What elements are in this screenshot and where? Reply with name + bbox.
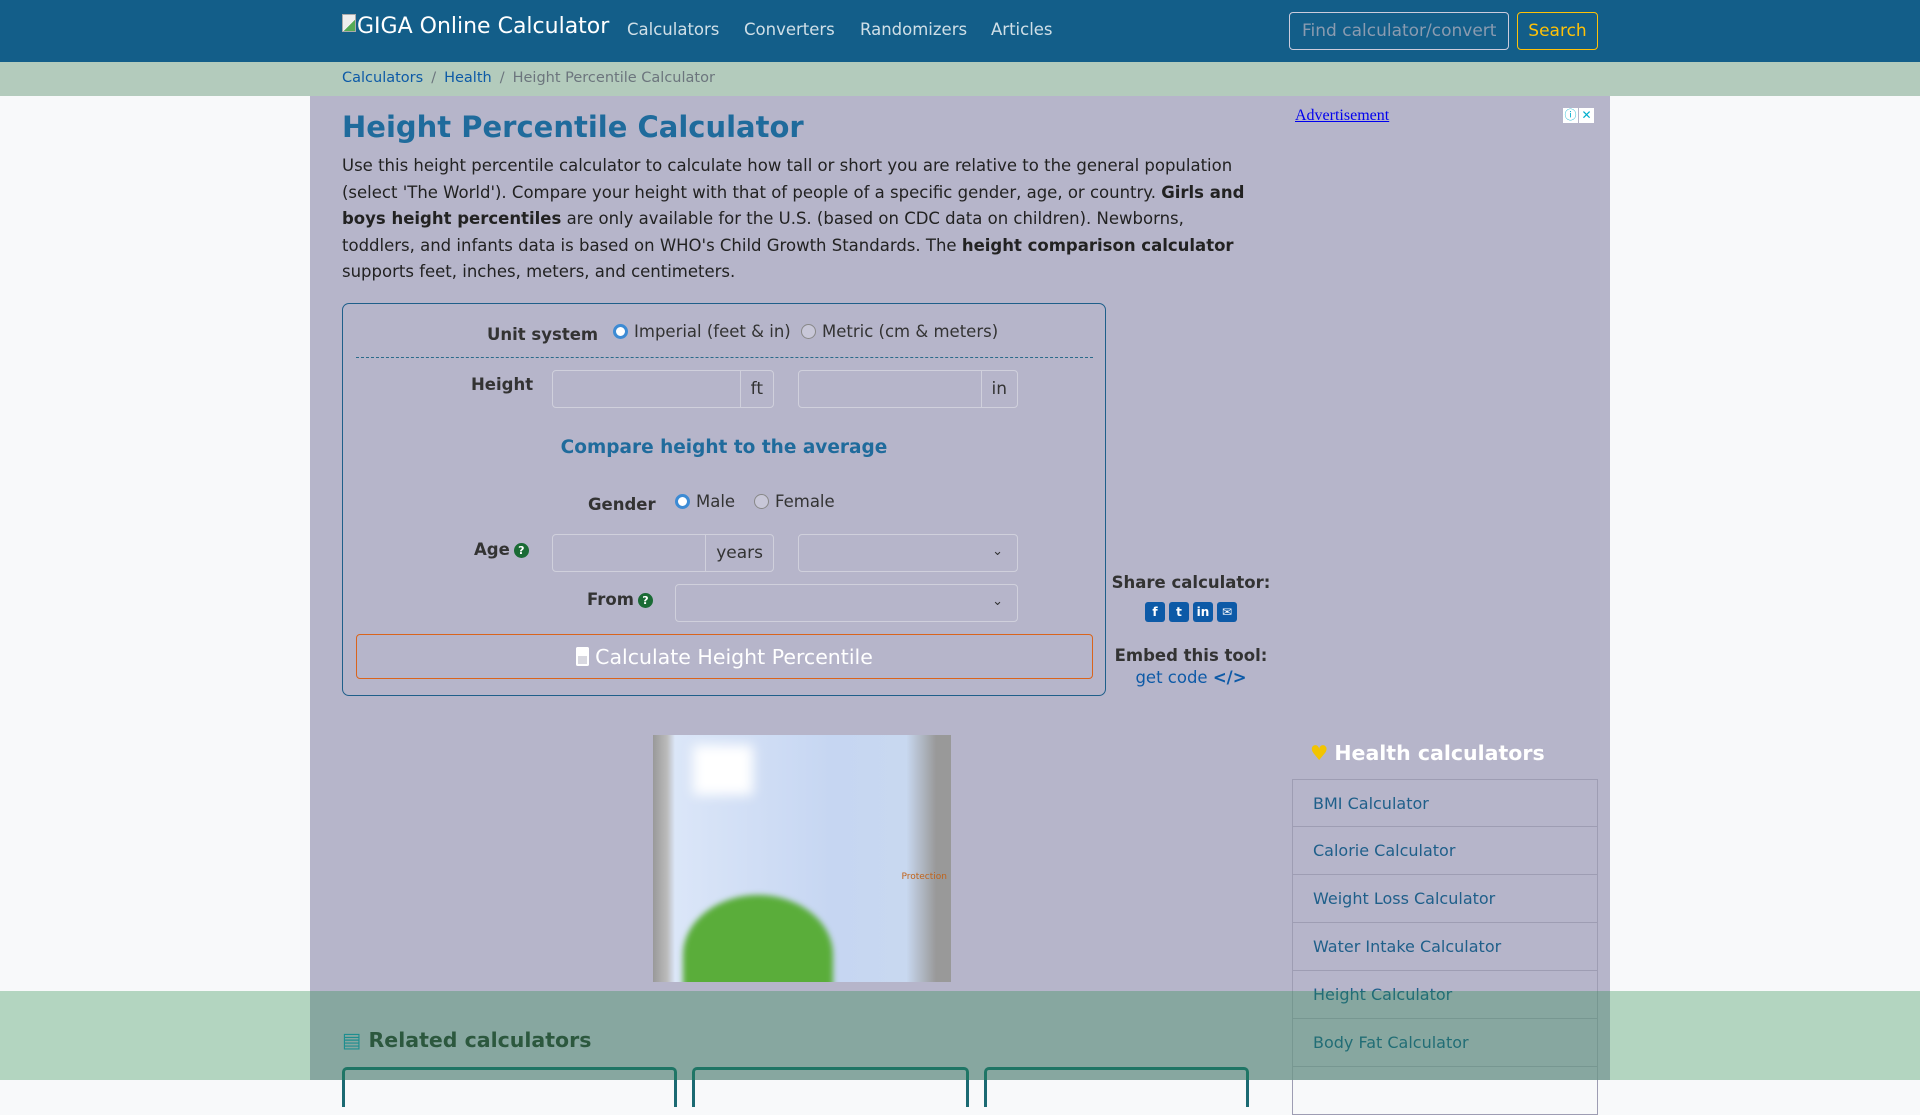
inches-unit: in [980,371,1018,407]
age-input[interactable] [553,535,705,571]
facebook-icon[interactable]: f [1145,602,1165,622]
height-feet-input[interactable] [553,371,740,407]
radio-male[interactable]: Male [675,492,735,511]
search-input[interactable] [1289,12,1509,50]
page-title: Height Percentile Calculator [342,110,804,144]
calculate-button-label: Calculate Height Percentile [595,644,873,669]
ad-image-text: Protection [901,872,947,882]
get-code-link[interactable]: get code </> [1110,668,1272,687]
from-label: From? [587,590,653,609]
related-card[interactable] [984,1067,1249,1107]
age-field[interactable]: years [552,534,774,572]
unit-system-label: Unit system [487,325,599,344]
height-label: Height [471,375,534,394]
radio-metric-control[interactable] [801,324,816,339]
chevron-down-icon: ⌄ [992,544,1003,559]
breadcrumb-health[interactable]: Health [444,70,492,86]
breadcrumb-separator: / [431,70,437,86]
list-item[interactable]: Calorie Calculator [1292,827,1598,875]
from-label-text: From [587,590,634,609]
site-logo[interactable]: GIGA Online Calculator [342,14,609,39]
heartbeat-icon: ♥ [1310,741,1329,765]
tree-shape [683,895,833,982]
intro-segment: supports feet, inches, meters, and centi… [342,262,736,281]
height-inches-field[interactable]: in [798,370,1018,408]
radio-male-control[interactable] [675,494,690,509]
intro-segment: height comparison calculator [961,235,1234,255]
compare-heading: Compare height to the average [560,437,888,458]
list-item[interactable]: Weight Loss Calculator [1292,875,1598,923]
list-item[interactable] [1292,1067,1598,1115]
embed-label: Embed this tool: [1114,646,1268,665]
list-item[interactable]: Height Calculator [1292,971,1598,1019]
search-button[interactable]: Search [1517,12,1598,50]
years-unit: years [705,535,773,571]
radio-female-control[interactable] [754,494,769,509]
radio-imperial[interactable]: Imperial (feet & in) [613,322,791,341]
radio-imperial-label: Imperial (feet & in) [634,322,791,341]
health-calculators-heading: ♥ Health calculators [1310,741,1545,765]
radio-metric-label: Metric (cm & meters) [822,322,999,341]
breadcrumb-current: Height Percentile Calculator [512,70,715,86]
share-icons: f t in ✉ [1110,601,1272,622]
height-feet-field[interactable]: ft [552,370,774,408]
feet-unit: ft [739,371,773,407]
intro-paragraph: Use this height percentile calculator to… [342,153,1257,286]
logo-alt-text: GIGA Online Calculator [357,14,610,39]
health-heading-text: Health calculators [1334,741,1545,765]
health-calculators-list: BMI Calculator Calorie Calculator Weight… [1292,779,1598,1115]
age-label: Age? [474,540,529,559]
calculator-icon [576,647,590,666]
calculate-button[interactable]: Calculate Height Percentile [356,634,1093,679]
help-icon[interactable]: ? [637,593,653,608]
country-select[interactable]: ⌄ [675,584,1018,622]
code-icon: </> [1212,668,1247,687]
ad-image[interactable]: Protection [653,735,951,982]
linkedin-icon[interactable]: in [1193,602,1213,622]
breadcrumb: Calculators / Health / Height Percentile Cal… [0,62,1920,96]
chevron-down-icon: ⌄ [992,594,1003,609]
divider [356,357,1093,358]
nav-converters[interactable]: Converters [744,20,835,39]
get-code-text: get code [1135,668,1208,687]
list-item[interactable]: Water Intake Calculator [1292,923,1598,971]
sitemap-icon: ▤ [342,1028,362,1052]
breadcrumb-separator: / [499,70,505,86]
share-label: Share calculator: [1111,573,1271,592]
list-item[interactable]: BMI Calculator [1292,779,1598,827]
twitter-icon[interactable]: t [1169,602,1189,622]
radio-imperial-control[interactable] [613,324,628,339]
info-icon[interactable]: ⓘ [1563,108,1578,123]
nav-calculators[interactable]: Calculators [627,20,719,39]
help-icon[interactable]: ? [513,543,529,558]
related-calculators-heading: ▤ Related calculators [342,1028,591,1052]
advertisement-link[interactable]: Advertisement [1295,107,1389,125]
radio-metric[interactable]: Metric (cm & meters) [801,322,998,341]
related-heading-text: Related calculators [368,1028,592,1052]
height-inches-input[interactable] [799,371,981,407]
breadcrumb-calculators[interactable]: Calculators [342,70,423,86]
email-icon[interactable]: ✉ [1217,602,1237,622]
close-icon[interactable]: ✕ [1579,108,1594,123]
related-card[interactable] [692,1067,969,1107]
radio-female-label: Female [775,492,835,511]
age-unit-select[interactable]: ⌄ [798,534,1018,572]
nav-articles[interactable]: Articles [991,20,1053,39]
age-label-text: Age [474,540,510,559]
nav-randomizers[interactable]: Randomizers [860,20,967,39]
radio-male-label: Male [696,492,736,511]
intro-segment: Use this height percentile calculator to… [342,156,1233,202]
related-card[interactable] [342,1067,677,1107]
broken-image-icon [342,14,356,32]
ad-controls: ⓘ ✕ [1563,108,1594,123]
gender-label: Gender [588,495,656,514]
radio-female[interactable]: Female [754,492,835,511]
cloud-shape [693,745,753,795]
list-item[interactable]: Body Fat Calculator [1292,1019,1598,1067]
